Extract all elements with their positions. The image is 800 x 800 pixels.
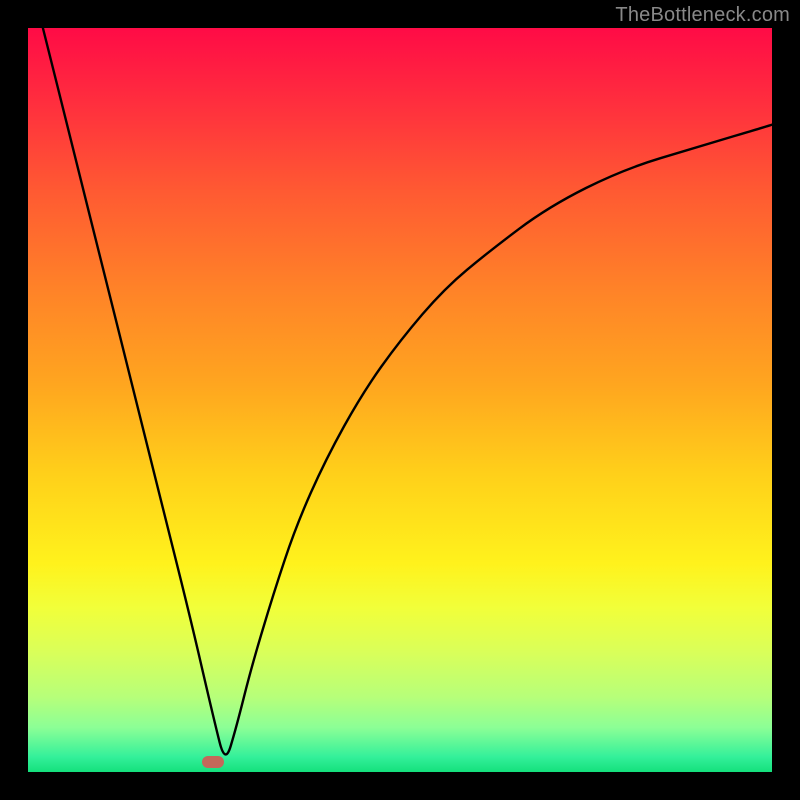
bottleneck-curve — [43, 28, 772, 754]
plot-area — [28, 28, 772, 772]
watermark-text: TheBottleneck.com — [615, 4, 790, 27]
chart-frame: TheBottleneck.com — [0, 0, 800, 800]
curve-svg — [28, 28, 772, 772]
minimum-marker — [202, 756, 224, 768]
